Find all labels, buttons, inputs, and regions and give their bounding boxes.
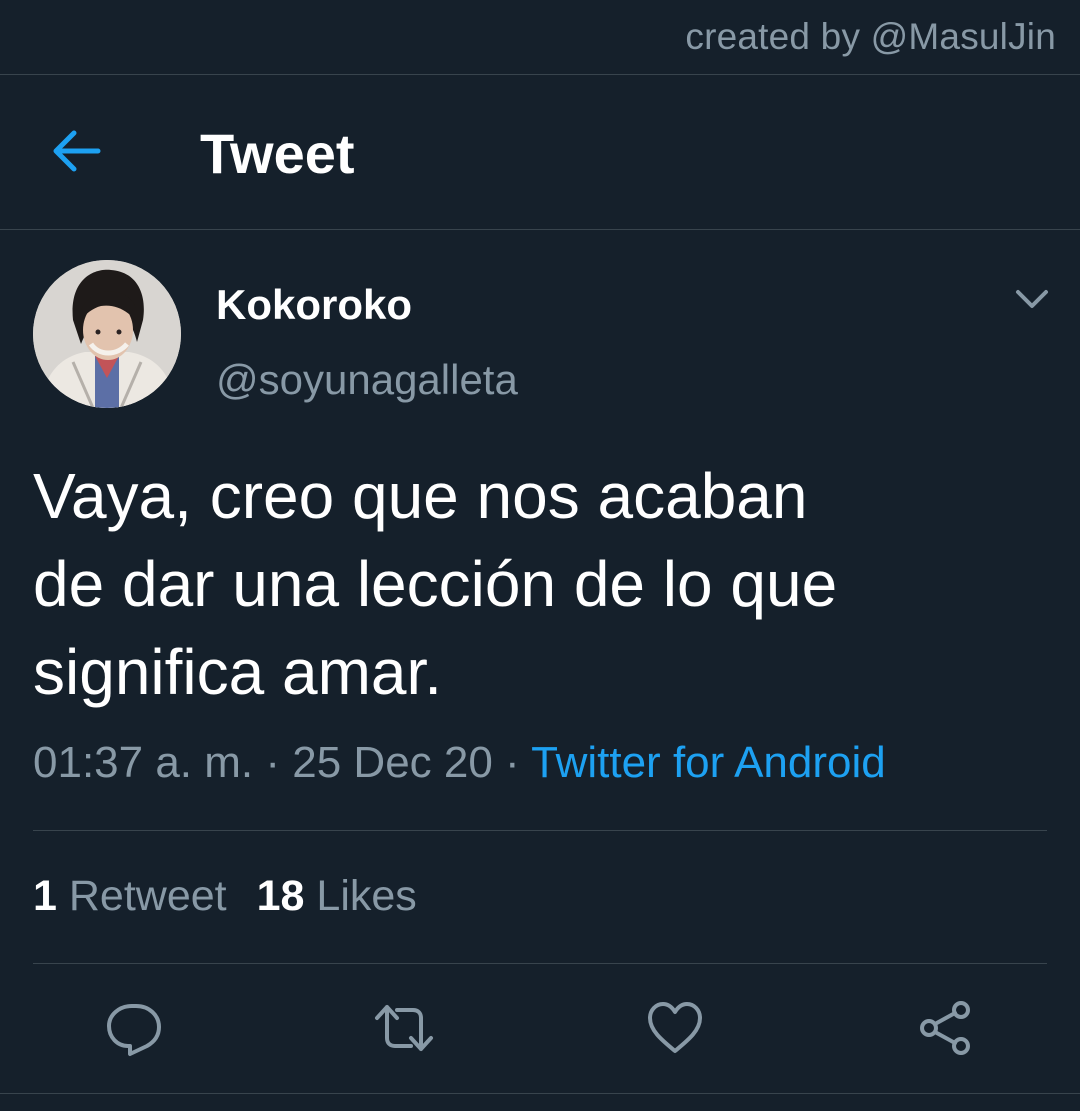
- author-handle[interactable]: @soyunagalleta: [216, 356, 518, 404]
- bottom-divider: [0, 1093, 1080, 1094]
- tweet-options-button[interactable]: [1012, 284, 1052, 316]
- tweet-text-line: Vaya, creo que nos acaban: [33, 460, 808, 532]
- retweets-label: Retweet: [68, 872, 227, 920]
- tweet-text: Vaya, creo que nos acaban de dar una lec…: [33, 452, 1043, 716]
- likes-count: 18: [256, 872, 305, 920]
- retweets-stat[interactable]: 1 Retweet: [33, 872, 227, 920]
- chevron-down-icon: [1016, 290, 1048, 308]
- retweet-button[interactable]: [374, 998, 434, 1058]
- like-button[interactable]: [645, 998, 705, 1058]
- retweet-icon: [375, 1005, 433, 1051]
- likes-stat[interactable]: 18 Likes: [257, 872, 417, 920]
- tweet-time: 01:37 a. m.: [33, 738, 254, 787]
- tweet-text-line: significa amar.: [33, 636, 443, 708]
- back-button[interactable]: [50, 128, 102, 174]
- avatar-image: [33, 260, 181, 408]
- retweets-count: 1: [33, 872, 57, 920]
- author-display-name[interactable]: Kokoroko: [216, 281, 412, 329]
- meta-separator: ·: [492, 738, 532, 787]
- app-header: Tweet: [0, 75, 1080, 229]
- tweet-source-link[interactable]: Twitter for Android: [531, 738, 886, 787]
- share-icon: [920, 1001, 970, 1055]
- tweet-date: 25 Dec 20: [292, 738, 493, 787]
- reply-icon: [107, 1004, 161, 1056]
- tweet-detail-screen: created by @MasulJin Tweet Kokoroko @soy…: [0, 0, 1080, 1111]
- tweet-stats: 1 Retweet 18 Likes: [33, 872, 417, 921]
- likes-label: Likes: [316, 872, 417, 920]
- meta-separator: ·: [253, 738, 293, 787]
- heart-icon: [648, 1002, 702, 1053]
- reply-button[interactable]: [104, 998, 164, 1058]
- tweet-text-line: de dar una lección de lo que: [33, 548, 838, 620]
- share-button[interactable]: [915, 998, 975, 1058]
- arrow-left-icon: [53, 130, 101, 172]
- page-title: Tweet: [200, 122, 355, 185]
- avatar[interactable]: [33, 260, 181, 408]
- watermark-text: created by @MasulJin: [685, 16, 1056, 57]
- stats-divider: [33, 963, 1047, 964]
- meta-divider: [33, 830, 1047, 831]
- tweet-metadata: 01:37 a. m. · 25 Dec 20 · Twitter for An…: [33, 738, 886, 788]
- header-divider: [0, 229, 1080, 230]
